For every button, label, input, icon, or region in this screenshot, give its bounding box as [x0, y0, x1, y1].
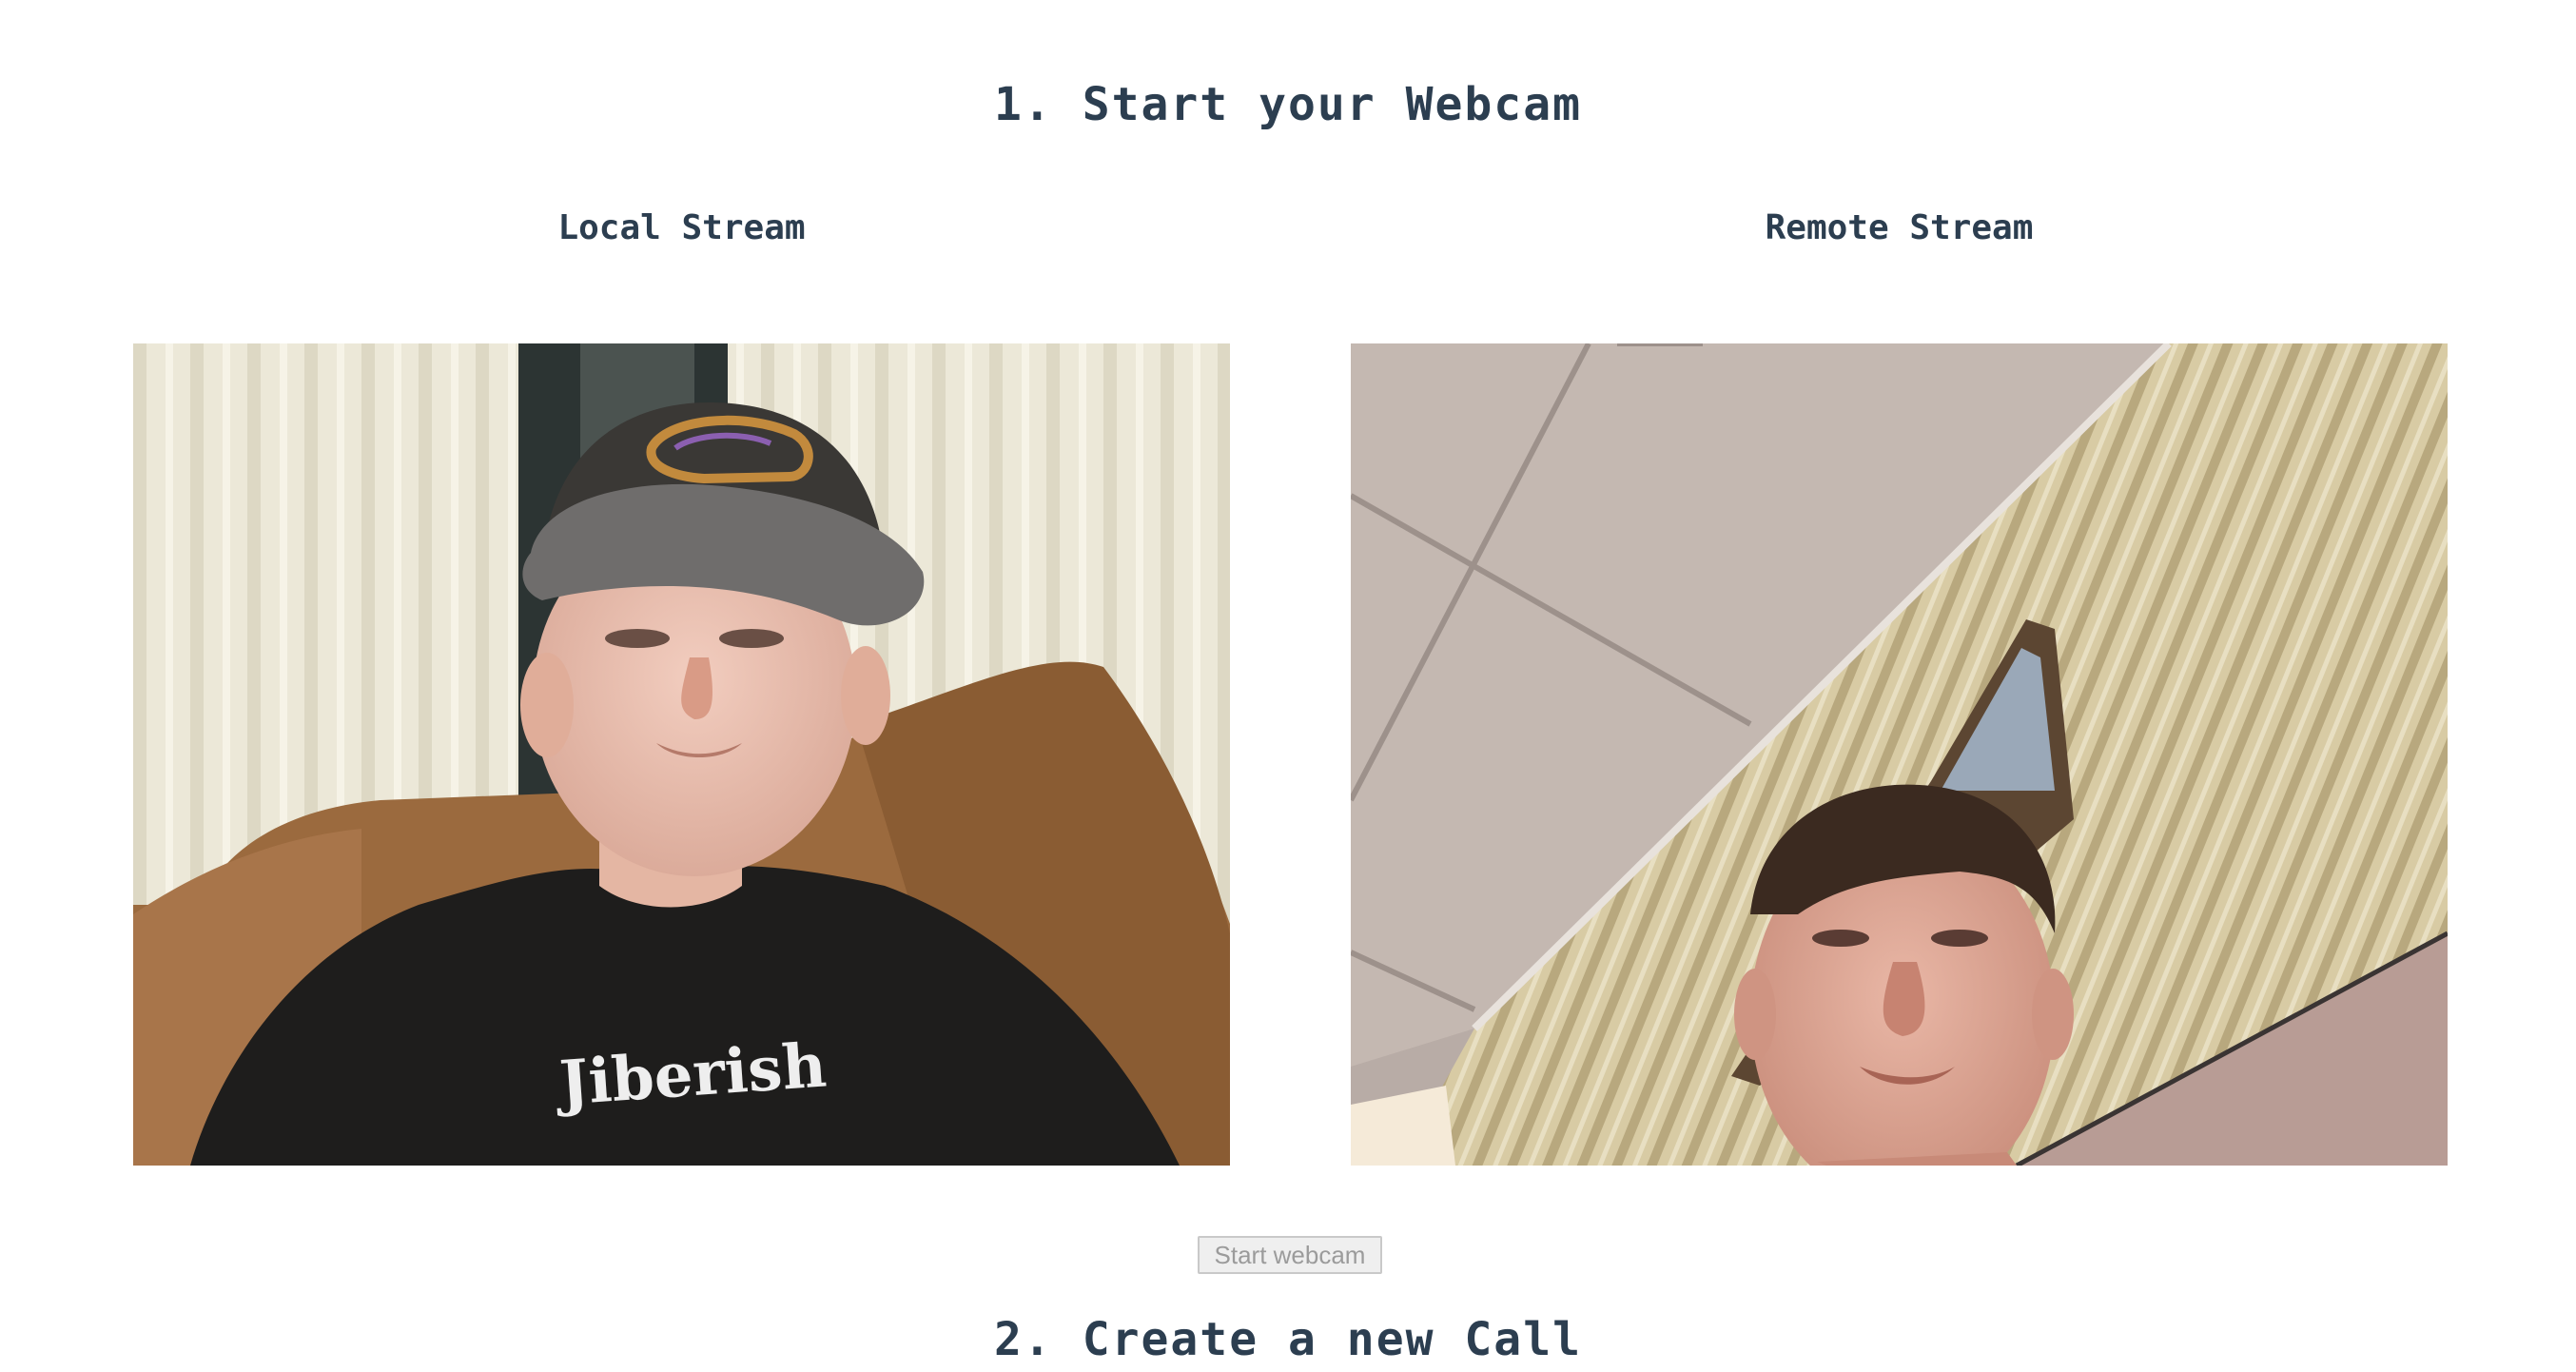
remote-stream-title: Remote Stream	[1765, 208, 2034, 247]
remote-video	[1351, 343, 2448, 1166]
local-video-frame: Jiberish	[133, 343, 1230, 1166]
step-1-heading: 1. Start your Webcam	[994, 78, 1582, 131]
local-video: Jiberish	[133, 343, 1230, 1166]
step-2-heading: 2. Create a new Call	[994, 1313, 1582, 1366]
start-webcam-button[interactable]: Start webcam	[1198, 1236, 1382, 1274]
local-stream-title: Local Stream	[557, 208, 806, 247]
remote-video-frame	[1351, 343, 2448, 1166]
